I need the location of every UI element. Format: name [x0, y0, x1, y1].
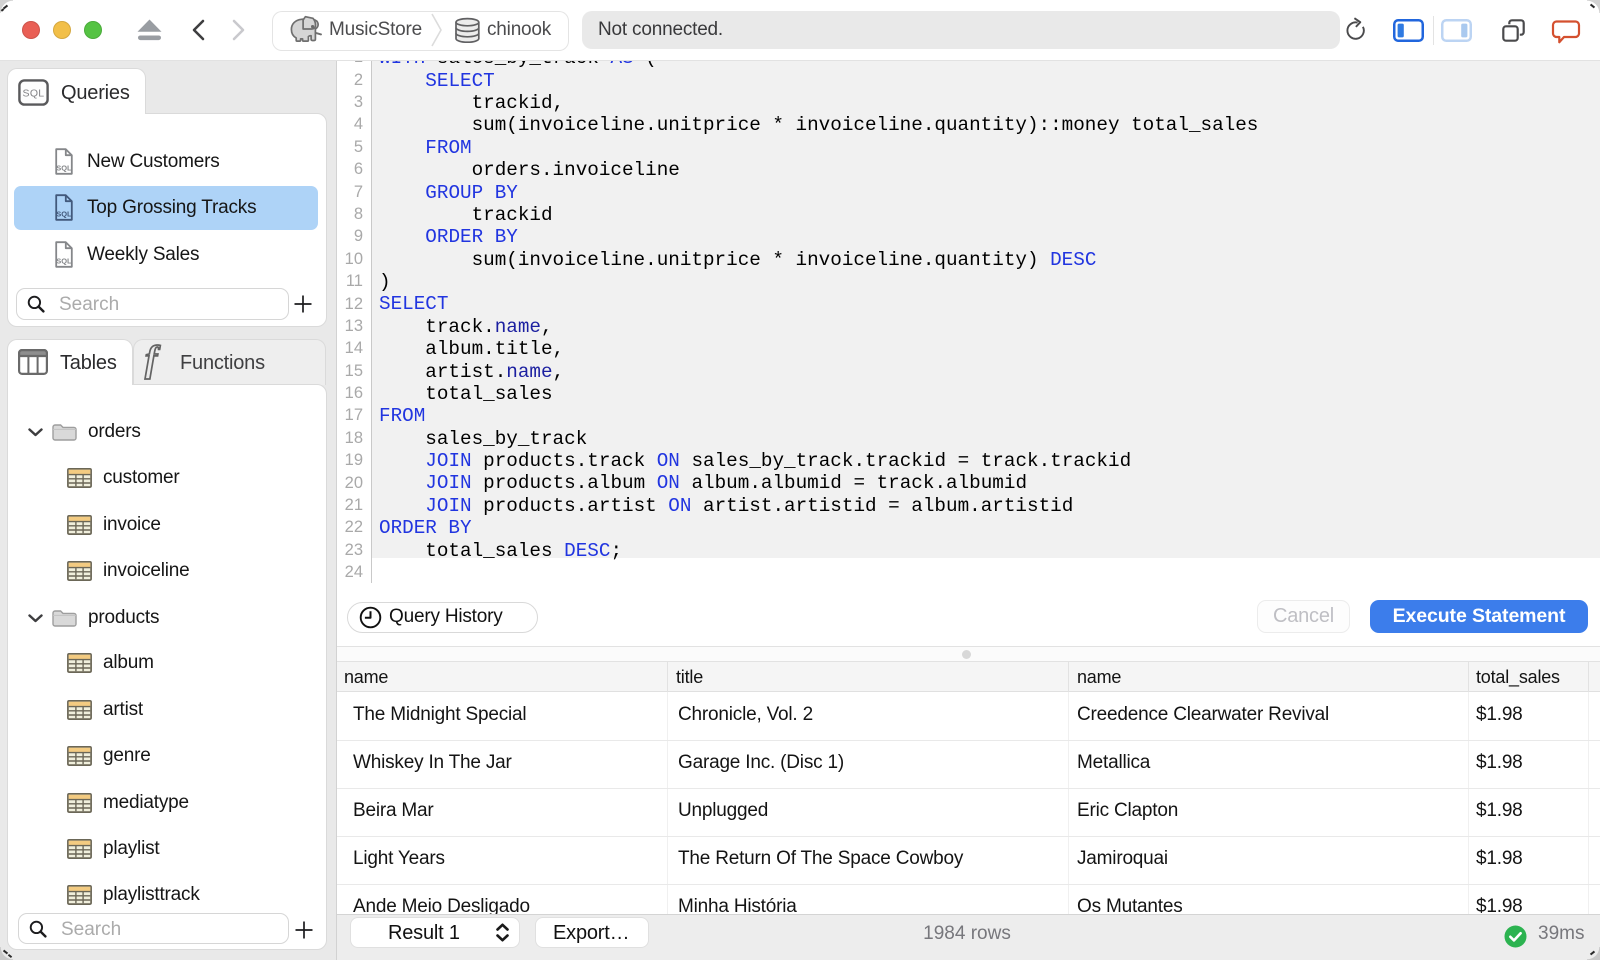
svg-text:SQL: SQL	[23, 88, 45, 100]
svg-text:SQL: SQL	[56, 210, 72, 219]
svg-text:SQL: SQL	[56, 164, 72, 173]
svg-text:SQL: SQL	[56, 257, 72, 266]
